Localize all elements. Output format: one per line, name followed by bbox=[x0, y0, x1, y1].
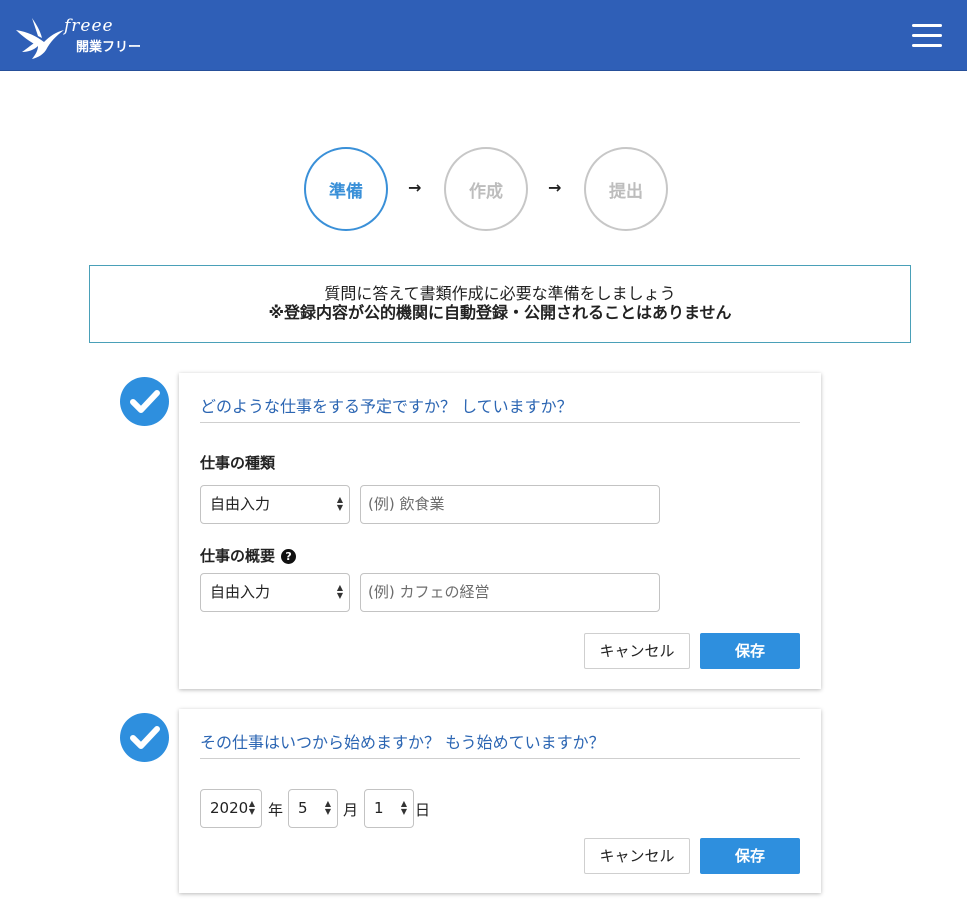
question-title: どのような仕事をする予定ですか？ していますか？ bbox=[200, 393, 800, 423]
select-caret-icon: ▲ ▼ bbox=[324, 799, 331, 816]
hamburger-icon bbox=[912, 24, 942, 27]
day-select[interactable]: 1 ▲ ▼ bbox=[364, 789, 414, 828]
year-unit-label: 年 bbox=[268, 801, 284, 819]
select-caret-icon: ▲ ▼ bbox=[336, 583, 343, 600]
hamburger-menu-button[interactable] bbox=[912, 24, 944, 48]
job-type-select[interactable]: 自由入力 ▲ ▼ bbox=[200, 485, 350, 524]
freee-logo[interactable]: freee 開業フリー bbox=[14, 12, 154, 60]
step-prepare: 準備 bbox=[304, 147, 388, 231]
step-arrow-icon: → bbox=[548, 178, 562, 197]
day-unit-label: 日 bbox=[415, 801, 431, 819]
step-label: 準備 bbox=[329, 181, 363, 202]
job-type-input[interactable]: (例) 飲食業 bbox=[360, 485, 660, 524]
completed-check-icon bbox=[120, 377, 169, 426]
save-button[interactable]: 保存 bbox=[700, 633, 800, 669]
help-icon[interactable]: ? bbox=[281, 549, 297, 564]
select-caret-icon: ▲ ▼ bbox=[336, 495, 343, 512]
save-button[interactable]: 保存 bbox=[700, 838, 800, 874]
step-label: 提出 bbox=[609, 181, 643, 202]
job-summary-select[interactable]: 自由入力 ▲ ▼ bbox=[200, 573, 350, 612]
step-arrow-icon: → bbox=[408, 178, 422, 197]
notice-line-1: 質問に答えて書類作成に必要な準備をしましょう bbox=[324, 284, 676, 303]
completed-check-icon bbox=[120, 713, 169, 762]
step-submit: 提出 bbox=[584, 147, 668, 231]
top-bar: freee 開業フリー bbox=[0, 0, 967, 71]
notice-box: 質問に答えて書類作成に必要な準備をしましょう ※登録内容が公的機関に自動登録・公… bbox=[89, 265, 911, 343]
question-card-job: どのような仕事をする予定ですか？ していますか？ 仕事の種類 自由入力 ▲ ▼ (… bbox=[179, 373, 821, 689]
month-unit-label: 月 bbox=[343, 801, 359, 819]
month-select[interactable]: 5 ▲ ▼ bbox=[288, 789, 338, 828]
logo-subtitle: 開業フリー bbox=[76, 40, 142, 55]
select-caret-icon: ▲ ▼ bbox=[400, 799, 407, 816]
job-summary-input[interactable]: (例) カフェの経営 bbox=[360, 573, 660, 612]
field-label-job-summary: 仕事の概要? bbox=[200, 545, 297, 566]
cancel-button[interactable]: キャンセル bbox=[584, 838, 690, 874]
notice-line-2: ※登録内容が公的機関に自動登録・公開されることはありません bbox=[268, 303, 732, 322]
year-select[interactable]: 2020 ▲ ▼ bbox=[200, 789, 262, 828]
logo-script-text: freee bbox=[64, 16, 114, 36]
select-caret-icon: ▲ ▼ bbox=[248, 799, 255, 816]
cancel-button[interactable]: キャンセル bbox=[584, 633, 690, 669]
step-create: 作成 bbox=[444, 147, 528, 231]
step-label: 作成 bbox=[469, 181, 503, 202]
swallow-logo-icon bbox=[16, 18, 64, 59]
question-title: その仕事はいつから始めますか？ もう始めていますか？ bbox=[200, 729, 800, 759]
question-card-start-date: その仕事はいつから始めますか？ もう始めていますか？ 2020 ▲ ▼ 年 5 ▲… bbox=[179, 709, 821, 893]
field-label-job-type: 仕事の種類 bbox=[200, 454, 276, 472]
